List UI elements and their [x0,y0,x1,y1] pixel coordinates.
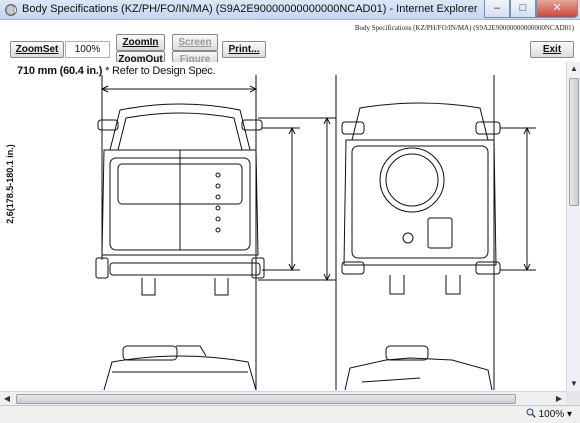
close-button[interactable]: ✕ [536,0,578,18]
minimize-button[interactable]: – [484,0,510,18]
overlapping-note-text: 710 mm (60.4 in.) * Refer to Design Spec… [17,65,216,77]
zoom-in-button[interactable]: ZoomIn [116,34,165,51]
zoom-set-button[interactable]: ZoomSet [10,41,64,58]
document-caption: Body Specifications (KZ/PH/FO/IN/MA) (S9… [354,24,574,32]
chevron-down-icon[interactable]: ▾ [567,409,572,420]
exit-button[interactable]: Exit [530,41,574,58]
vehicle-drawing [95,75,536,391]
scroll-left-arrow-icon[interactable]: ◀ [0,392,14,406]
status-zoom-value: 100% [538,409,565,420]
horizontal-scroll-thumb[interactable] [16,394,516,404]
horizontal-scrollbar[interactable]: ◀ ▶ [0,391,566,405]
design-spec-note: * Refer to Design Spec. [105,65,216,77]
magnifier-icon [526,408,536,418]
zoom-value-field[interactable]: 100% [65,41,110,58]
scrollbar-corner [566,391,580,405]
status-bar: 100% ▾ [0,405,580,423]
vertical-scrollbar[interactable]: ▲ ▼ [566,62,580,391]
status-zoom-control[interactable]: 100% ▾ [526,408,572,420]
vertical-dimension-label: 2,6(178.5-180.1 in.) [3,122,17,246]
scroll-up-arrow-icon[interactable]: ▲ [567,62,580,76]
maximize-button[interactable]: □ [510,0,536,18]
vertical-scroll-thumb[interactable] [569,78,579,206]
drawing-area[interactable]: 2,6(178.5-180.1 in.) 710 mm (60.4 in.) *… [0,62,566,391]
window-title: Body Specifications (KZ/PH/FO/IN/MA) (S9… [22,3,478,15]
ie-icon [5,4,17,16]
title-bar: Body Specifications (KZ/PH/FO/IN/MA) (S9… [0,0,580,20]
screen-button[interactable]: Screen [172,34,218,51]
scroll-down-arrow-icon[interactable]: ▼ [567,377,580,391]
scroll-right-arrow-icon[interactable]: ▶ [552,392,566,406]
width-dimension-text: 710 mm (60.4 in.) [17,65,103,77]
vertical-dimension-text: 2,6(178.5-180.1 in.) [5,144,15,224]
print-button[interactable]: Print... [222,41,266,58]
